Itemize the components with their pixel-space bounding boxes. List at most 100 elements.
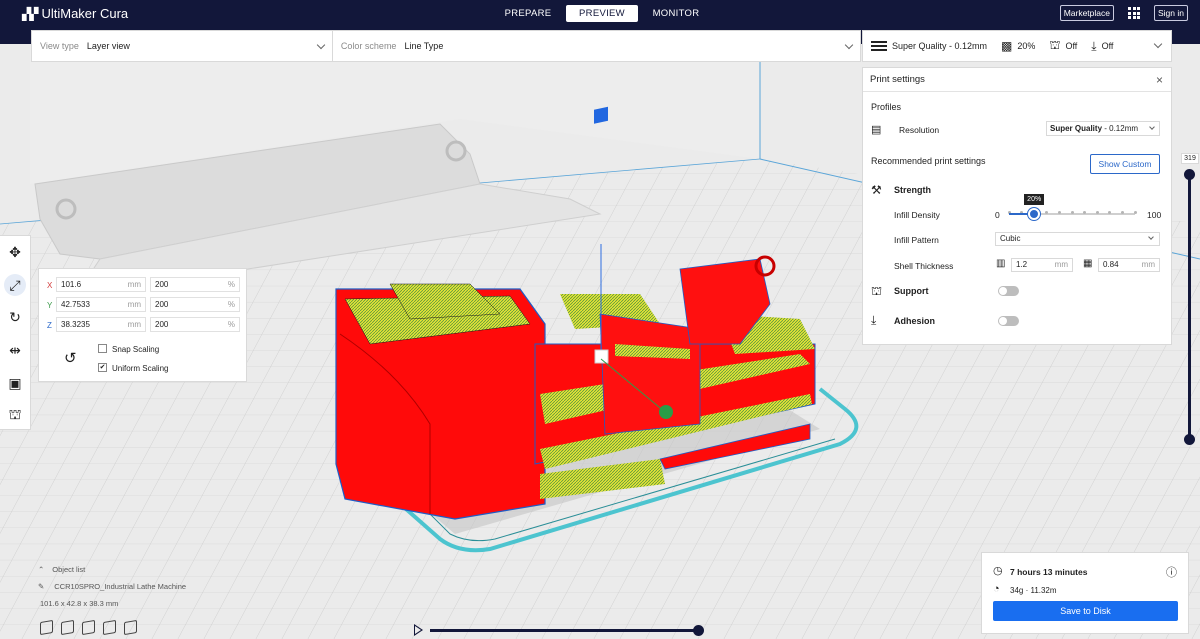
support-summary: Off [1065, 41, 1078, 51]
marketplace-button[interactable]: Marketplace [1059, 5, 1114, 21]
uniform-scaling-checkbox[interactable]: ✔ [98, 363, 107, 372]
tab-prepare[interactable]: PREPARE [492, 5, 564, 22]
simulation-slider-handle[interactable] [693, 625, 704, 636]
rotate-tool-icon[interactable]: ↻ [4, 306, 26, 328]
infill-value-tooltip: 20% [1024, 194, 1045, 205]
uniform-scaling-label: Uniform Scaling [112, 364, 169, 373]
slider-step-dot [1083, 211, 1087, 214]
y-axis-label: Y [47, 301, 53, 310]
chevron-down-icon[interactable] [1153, 39, 1163, 49]
recommended-heading: Recommended print settings [871, 156, 986, 166]
left-view-icon[interactable] [103, 619, 116, 636]
show-custom-button[interactable]: Show Custom [1090, 154, 1160, 174]
slider-step-dot [1057, 211, 1061, 214]
per-model-settings-icon[interactable]: ▣ [4, 372, 26, 394]
scale-z-percent-input[interactable]: 200% [150, 317, 240, 332]
settings-sliders-icon [871, 40, 887, 52]
chevron-down-icon [1148, 234, 1154, 240]
support-icon: ⛫ [871, 284, 883, 298]
scale-y-mm-input[interactable]: 42.7533 mm [56, 297, 146, 312]
camera-view-buttons [40, 619, 137, 636]
infill-density-label: Infill Density [894, 210, 940, 220]
app-logo: ▞▞ UltiMaker Cura [22, 6, 128, 21]
scale-tool-icon[interactable]: ⤢ [4, 274, 26, 296]
reset-scale-icon[interactable]: ↺ [64, 349, 77, 367]
x-axis-label: X [47, 281, 53, 290]
adhesion-icon: ⤓ [1091, 38, 1097, 53]
support-toggle[interactable] [998, 286, 1019, 296]
wall-thickness-icon: ▥ [996, 258, 1006, 269]
slider-step-dot [1108, 211, 1112, 214]
infill-min-label: 0 [995, 210, 1000, 220]
scale-panel: X 101.6 mm 200% Y 42.7533 mm 200% Z 38.323… [38, 268, 247, 382]
tab-preview[interactable]: PREVIEW [566, 5, 638, 22]
top-bar: ▞▞ UltiMaker Cura PREPARE PREVIEW MONITO… [0, 0, 1200, 44]
scale-x-percent-input[interactable]: 200% [150, 277, 240, 292]
object-list: ⌃ Object list ✎ CCR10SPRO_Industrial Lat… [38, 565, 186, 608]
sign-in-button[interactable]: Sign in [1154, 5, 1188, 21]
scale-y-percent-input[interactable]: 200% [150, 297, 240, 312]
quality-summary: Super Quality - 0.12mm [892, 41, 988, 51]
top-bottom-thickness-icon: ▦ [1083, 258, 1093, 269]
infill-pattern-dropdown[interactable]: Cubic [995, 232, 1160, 246]
object-list-item[interactable]: CCR10SPRO_Industrial Lathe Machine [54, 582, 186, 591]
3d-view-icon[interactable] [40, 619, 53, 636]
scale-x-mm-input[interactable]: 101.6 mm [56, 277, 146, 292]
close-icon[interactable]: × [1156, 73, 1163, 87]
support-heading: Support [894, 286, 929, 296]
layer-slider[interactable] [1188, 172, 1191, 440]
chevron-up-icon[interactable]: ⌃ [38, 565, 44, 574]
infill-icon: ▩ [1001, 39, 1013, 53]
layer-number-input[interactable]: 319 [1181, 153, 1199, 164]
material-estimate: 34g · 11.32m [1010, 586, 1057, 595]
play-icon[interactable] [414, 624, 423, 636]
tab-monitor[interactable]: MONITOR [640, 5, 712, 22]
info-icon[interactable]: ⓘ [1166, 564, 1177, 580]
color-scheme-dropdown[interactable]: Color scheme Line Type [331, 31, 860, 61]
app-name: UltiMaker Cura [41, 6, 129, 21]
infill-density-slider[interactable] [1007, 208, 1137, 220]
wall-thickness-input[interactable]: 1.2 mm [1011, 258, 1073, 272]
chevron-down-icon [844, 40, 854, 50]
slider-step-dot [1070, 211, 1074, 214]
view-type-dropdown[interactable]: View type Layer view [32, 31, 332, 61]
print-setup-bar[interactable]: Super Quality - 0.12mm ▩ 20% ⛫ Off ⤓ Off [862, 30, 1172, 62]
z-axis-handle [594, 106, 608, 124]
apps-grid-icon[interactable] [1128, 7, 1140, 19]
right-view-icon[interactable] [124, 619, 137, 636]
resolution-dropdown[interactable]: Super Quality - 0.12mm [1046, 121, 1160, 136]
layer-slider-bottom-handle[interactable] [1184, 434, 1195, 445]
simulation-slider[interactable] [430, 629, 698, 632]
panel-title: Print settings [870, 74, 925, 85]
snap-scaling-checkbox[interactable] [98, 344, 107, 353]
left-toolbar: ✥ ⤢ ↻ ⇹ ▣ ⛫ [0, 235, 31, 430]
slider-handle[interactable] [1028, 208, 1041, 220]
print-estimate-panel: ◷ 7 hours 13 minutes ⓘ ◔ 34g · 11.32m Sa… [981, 552, 1189, 634]
stage-tabs: PREPARE PREVIEW MONITOR [492, 5, 714, 22]
resolution-label: Resolution [899, 125, 940, 135]
mirror-tool-icon[interactable]: ⇹ [4, 339, 26, 361]
support-blocker-icon[interactable]: ⛫ [4, 404, 26, 426]
front-view-icon[interactable] [61, 619, 74, 636]
strength-heading: Strength [894, 185, 931, 195]
adhesion-icon: ⤓ [871, 313, 877, 327]
clock-icon: ◷ [993, 565, 1003, 577]
move-tool-icon[interactable]: ✥ [4, 241, 26, 263]
layer-slider-top-handle[interactable] [1184, 169, 1195, 180]
slider-step-dot [1120, 211, 1124, 214]
profiles-heading: Profiles [871, 102, 902, 112]
scale-z-mm-input[interactable]: 38.3235 mm [56, 317, 146, 332]
object-list-header[interactable]: Object list [52, 565, 85, 574]
top-bottom-thickness-input[interactable]: 0.84 mm [1098, 258, 1160, 272]
adhesion-heading: Adhesion [894, 316, 936, 326]
slider-step-dot [1133, 211, 1137, 214]
adhesion-toggle[interactable] [998, 316, 1019, 326]
support-icon: ⛫ [1049, 38, 1061, 52]
y-axis-handle [659, 405, 673, 419]
resolution-icon: ▤ [871, 124, 882, 136]
top-view-icon[interactable] [82, 619, 95, 636]
hammer-icon: ⚒ [871, 183, 882, 197]
adhesion-summary: Off [1101, 41, 1114, 51]
infill-pattern-label: Infill Pattern [894, 235, 939, 245]
save-to-disk-button[interactable]: Save to Disk [993, 601, 1178, 621]
